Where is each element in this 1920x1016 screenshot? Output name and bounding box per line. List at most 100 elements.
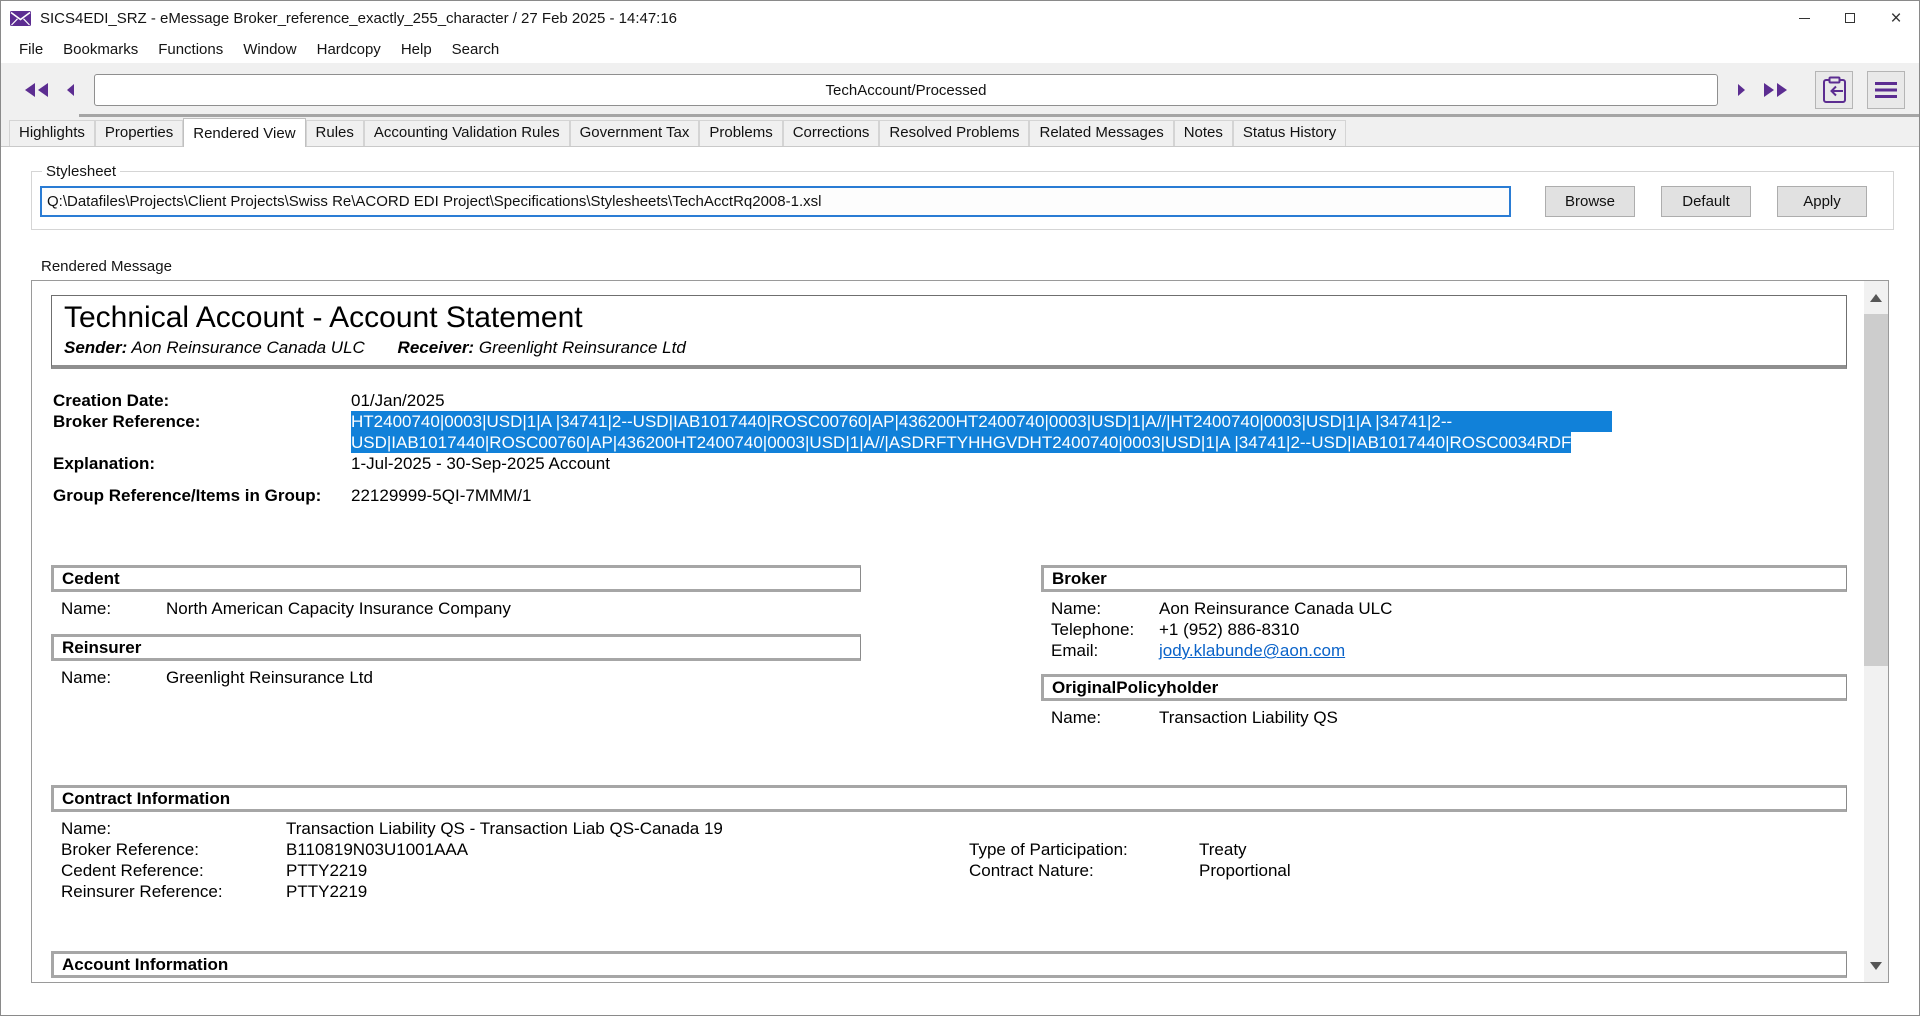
contract-reinsurer-reference-label: Reinsurer Reference: bbox=[61, 881, 286, 902]
receiver-value: Greenlight Reinsurance Ltd bbox=[479, 338, 686, 357]
tab-rules[interactable]: Rules bbox=[306, 120, 364, 146]
broker-reference-selected-line-2: USD|IAB1017440|ROSC00760|AP|436200HT2400… bbox=[351, 432, 1571, 453]
broker-email-row: Email: jody.klabunde@aon.com bbox=[1051, 640, 1847, 661]
tab-accounting-validation-rules[interactable]: Accounting Validation Rules bbox=[364, 120, 570, 146]
broker-reference-row: Broker Reference: HT2400740|0003|USD|1|A… bbox=[53, 411, 1847, 453]
last-message-button[interactable] bbox=[1758, 77, 1793, 103]
broker-reference-value: HT2400740|0003|USD|1|A |34741|2--USD|IAB… bbox=[351, 411, 1847, 453]
tab-strip: Highlights Properties Rendered View Rule… bbox=[1, 117, 1919, 147]
sender-receiver-line: Sender: Aon Reinsurance Canada ULC Recei… bbox=[64, 338, 1834, 358]
tab-government-tax[interactable]: Government Tax bbox=[570, 120, 700, 146]
tab-related-messages[interactable]: Related Messages bbox=[1029, 120, 1173, 146]
document-title: Technical Account - Account Statement bbox=[64, 299, 1834, 337]
contract-broker-reference-row: Broker Reference: B110819N03U1001AAA Typ… bbox=[61, 839, 1847, 860]
receiver-label: Receiver: bbox=[398, 338, 475, 357]
broker-name-value: Aon Reinsurance Canada ULC bbox=[1159, 598, 1392, 619]
down-arrow-icon bbox=[1870, 962, 1882, 970]
contract-name-label: Name: bbox=[61, 818, 286, 839]
contract-reinsurer-reference-value: PTTY2219 bbox=[286, 881, 367, 902]
scroll-up-button[interactable] bbox=[1864, 281, 1888, 314]
app-window: SICS4EDI_SRZ - eMessage Broker_reference… bbox=[0, 0, 1920, 1016]
original-policyholder-header: OriginalPolicyholder bbox=[1041, 674, 1847, 701]
clipboard-paste-icon bbox=[1821, 76, 1848, 105]
broker-telephone-row: Telephone: +1 (952) 886-8310 bbox=[1051, 619, 1847, 640]
menu-functions[interactable]: Functions bbox=[148, 37, 233, 62]
rendered-view-panel: Stylesheet Browse Default Apply Rendered… bbox=[1, 163, 1919, 1016]
stylesheet-group: Stylesheet Browse Default Apply bbox=[31, 163, 1894, 230]
apply-button[interactable]: Apply bbox=[1777, 186, 1867, 217]
broker-email-link[interactable]: jody.klabunde@aon.com bbox=[1159, 640, 1345, 661]
rendered-document: Technical Account - Account Statement Se… bbox=[32, 281, 1866, 982]
contract-broker-reference-label: Broker Reference: bbox=[61, 839, 286, 860]
contract-nature-pair: Contract Nature: Proportional bbox=[969, 860, 1291, 881]
creation-date-row: Creation Date: 01/Jan/2025 bbox=[53, 390, 1847, 411]
window-controls: × bbox=[1781, 1, 1919, 35]
rendered-message-label: Rendered Message bbox=[41, 258, 1919, 275]
cedent-name-row: Name: North American Capacity Insurance … bbox=[61, 598, 861, 619]
message-path-text: TechAccount/Processed bbox=[826, 82, 987, 99]
tab-corrections[interactable]: Corrections bbox=[783, 120, 880, 146]
tab-status-history[interactable]: Status History bbox=[1233, 120, 1346, 146]
creation-date-value: 01/Jan/2025 bbox=[351, 390, 1847, 411]
tab-problems[interactable]: Problems bbox=[699, 120, 782, 146]
sender-label: Sender: bbox=[64, 338, 127, 357]
paste-message-button[interactable] bbox=[1815, 71, 1853, 109]
minimize-button[interactable] bbox=[1781, 1, 1827, 35]
menu-search[interactable]: Search bbox=[442, 37, 510, 62]
right-arrow-icon bbox=[1736, 83, 1746, 97]
vertical-scrollbar[interactable] bbox=[1864, 281, 1888, 982]
rendered-message-viewport: Technical Account - Account Statement Se… bbox=[31, 280, 1889, 983]
first-message-button[interactable] bbox=[19, 77, 54, 103]
contract-reinsurer-reference-row: Reinsurer Reference: PTTY2219 bbox=[61, 881, 1847, 902]
close-button[interactable]: × bbox=[1873, 1, 1919, 35]
menu-file[interactable]: File bbox=[9, 37, 53, 62]
stylesheet-path-input[interactable] bbox=[40, 186, 1511, 217]
broker-reference-label: Broker Reference: bbox=[53, 411, 351, 453]
browse-button[interactable]: Browse bbox=[1545, 186, 1635, 217]
explanation-label: Explanation: bbox=[53, 453, 351, 474]
scrollbar-thumb[interactable] bbox=[1864, 314, 1888, 666]
double-right-arrow-icon bbox=[1762, 81, 1789, 99]
next-message-button[interactable] bbox=[1732, 79, 1750, 101]
previous-message-button[interactable] bbox=[62, 79, 80, 101]
window-title: SICS4EDI_SRZ - eMessage Broker_reference… bbox=[40, 10, 677, 27]
stylesheet-group-label: Stylesheet bbox=[42, 163, 120, 180]
tab-properties[interactable]: Properties bbox=[95, 120, 183, 146]
scroll-down-button[interactable] bbox=[1864, 949, 1888, 982]
menu-bookmarks[interactable]: Bookmarks bbox=[53, 37, 148, 62]
title-bar: SICS4EDI_SRZ - eMessage Broker_reference… bbox=[1, 1, 1919, 35]
contract-broker-reference-value: B110819N03U1001AAA bbox=[286, 839, 468, 860]
broker-telephone-value: +1 (952) 886-8310 bbox=[1159, 619, 1299, 640]
cedent-header: Cedent bbox=[51, 565, 861, 592]
group-reference-value: 22129999-5QI-7MMM/1 bbox=[351, 485, 1847, 506]
message-path-box[interactable]: TechAccount/Processed bbox=[94, 74, 1718, 106]
contract-name-value: Transaction Liability QS - Transaction L… bbox=[286, 818, 723, 839]
menu-hardcopy[interactable]: Hardcopy bbox=[307, 37, 391, 62]
minimize-icon bbox=[1799, 18, 1810, 19]
tab-rendered-view[interactable]: Rendered View bbox=[183, 118, 305, 147]
creation-date-label: Creation Date: bbox=[53, 390, 351, 411]
default-button[interactable]: Default bbox=[1661, 186, 1751, 217]
toolbar-menu-button[interactable] bbox=[1867, 71, 1905, 109]
tab-highlights[interactable]: Highlights bbox=[9, 120, 95, 146]
broker-email-label: Email: bbox=[1051, 640, 1159, 661]
up-arrow-icon bbox=[1870, 294, 1882, 302]
broker-name-row: Name: Aon Reinsurance Canada ULC bbox=[1051, 598, 1847, 619]
original-policyholder-name-row: Name: Transaction Liability QS bbox=[1051, 707, 1847, 728]
menu-window[interactable]: Window bbox=[233, 37, 306, 62]
participation-value: Treaty bbox=[1199, 839, 1247, 860]
contract-information-section: Contract Information Name: Transaction L… bbox=[51, 785, 1847, 902]
sender-value: Aon Reinsurance Canada ULC bbox=[131, 338, 364, 357]
broker-reference-selected-line-1: HT2400740|0003|USD|1|A |34741|2--USD|IAB… bbox=[351, 411, 1612, 432]
maximize-button[interactable] bbox=[1827, 1, 1873, 35]
reinsurer-name-row: Name: Greenlight Reinsurance Ltd bbox=[61, 667, 861, 688]
contract-cedent-reference-label: Cedent Reference: bbox=[61, 860, 286, 881]
menu-bar: File Bookmarks Functions Window Hardcopy… bbox=[1, 35, 1919, 63]
menu-help[interactable]: Help bbox=[391, 37, 442, 62]
tab-resolved-problems[interactable]: Resolved Problems bbox=[879, 120, 1029, 146]
contract-nature-label: Contract Nature: bbox=[969, 860, 1199, 881]
tab-notes[interactable]: Notes bbox=[1174, 120, 1233, 146]
account-information-section: Account Information Accounting Period: 0… bbox=[51, 951, 1847, 982]
parties-section: Cedent Name: North American Capacity Ins… bbox=[51, 565, 1847, 728]
double-left-arrow-icon bbox=[23, 81, 50, 99]
